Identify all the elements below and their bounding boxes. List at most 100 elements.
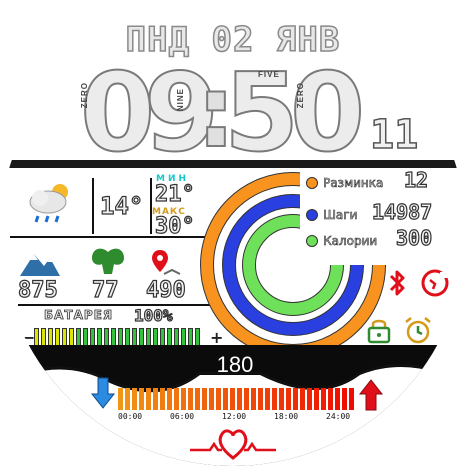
- ring-label-warmup: Разминка: [323, 176, 384, 191]
- hr-bar: [300, 388, 305, 410]
- hr-bar: [307, 388, 312, 410]
- hr-bar: [118, 388, 123, 410]
- battery-segments: [34, 328, 204, 346]
- seconds-label: 11: [369, 111, 419, 159]
- battery-segment: [34, 328, 39, 346]
- hour-tens-digit: 0: [79, 51, 156, 176]
- ring-dot-icon: [306, 208, 318, 221]
- hr-bar: [230, 388, 235, 410]
- divider: [150, 178, 152, 234]
- ring-value-steps: 14987: [371, 199, 433, 224]
- hr-bar: [258, 388, 263, 410]
- battery-segment: [62, 328, 67, 346]
- hr-bar: [286, 388, 291, 410]
- battery-label: БАТАРЕЯ: [44, 308, 114, 323]
- hr-bar: [265, 388, 270, 410]
- cloud-sun-rain-icon: [29, 184, 68, 223]
- hr-bar: [244, 388, 249, 410]
- hr-bar: [279, 388, 284, 410]
- hour-tens-word: ZERO: [80, 82, 89, 109]
- heart-rate-bar-strip: [118, 388, 358, 410]
- divider: [92, 178, 94, 234]
- hr-bar: [272, 388, 277, 410]
- battery-segment: [97, 328, 102, 346]
- minute-ones-digit: 0: [289, 51, 366, 176]
- hr-bar: [349, 388, 354, 410]
- hr-tick-2: 12:00: [222, 412, 247, 421]
- ring-dot-icon: [306, 176, 318, 189]
- heart-pulse-icon: [190, 429, 276, 460]
- altitude-value: 875: [17, 277, 58, 303]
- ring-label-calories: Калории: [323, 234, 378, 249]
- max-temp-value: 30°: [154, 213, 195, 239]
- ring-label-steps: Шаги: [323, 208, 358, 223]
- hr-bar: [167, 388, 172, 410]
- mountain-icon: [20, 254, 60, 276]
- battery-segment: [167, 328, 172, 346]
- hr-bar: [293, 388, 298, 410]
- hr-bar: [202, 388, 207, 410]
- battery-segment: [90, 328, 95, 346]
- ring-legend-calories: Калории: [306, 230, 456, 249]
- battery-segment: [48, 328, 53, 346]
- divider: [18, 304, 210, 306]
- battery-segment: [188, 328, 193, 346]
- ring-legend-warmup: Разминка: [306, 172, 456, 191]
- hr-bar: [328, 388, 333, 410]
- hr-bar: [174, 388, 179, 410]
- hr-bar: [209, 388, 214, 410]
- hr-bar: [139, 388, 144, 410]
- hr-bar: [153, 388, 158, 410]
- hr-tick-4: 24:00: [326, 412, 351, 421]
- hr-bar: [188, 388, 193, 410]
- minute-tens-word: FIVE: [258, 70, 280, 79]
- battery-segment: [104, 328, 109, 346]
- battery-segment: [41, 328, 46, 346]
- hr-bar: [125, 388, 130, 410]
- hr-bar: [335, 388, 340, 410]
- heart-rate-bars: [118, 388, 358, 410]
- heart-rate-axis: 00:00 06:00 12:00 18:00 24:00: [118, 412, 358, 424]
- hr-bar: [195, 388, 200, 410]
- hr-bar: [321, 388, 326, 410]
- bluetooth-icon[interactable]: [386, 268, 408, 298]
- hr-bar: [251, 388, 256, 410]
- battery-segment: [174, 328, 179, 346]
- hr-bar: [342, 388, 347, 410]
- hr-tick-1: 06:00: [170, 412, 195, 421]
- ring-value-calories: 300: [395, 225, 433, 250]
- battery-segment: [111, 328, 116, 346]
- hr-bar: [314, 388, 319, 410]
- hr-bar: [237, 388, 242, 410]
- battery-segment: [132, 328, 137, 346]
- battery-segment: [146, 328, 151, 346]
- battery-segment: [160, 328, 165, 346]
- ring-value-warmup: 12: [403, 167, 429, 192]
- watch-face: ПНД 02 ЯНВ 0 ZERO 9 NINE : 5 FIVE 0 ZERO…: [0, 0, 466, 466]
- divider-band: [0, 160, 466, 168]
- hr-bar: [160, 388, 165, 410]
- battery-segment: [55, 328, 60, 346]
- hr-bar: [223, 388, 228, 410]
- battery-segment: [139, 328, 144, 346]
- minute-ones-word: ZERO: [296, 82, 305, 109]
- hr-tick-3: 18:00: [274, 412, 299, 421]
- lock-icon[interactable]: [366, 316, 392, 344]
- hr-bar: [181, 388, 186, 410]
- hour-ones-word: NINE: [176, 88, 185, 112]
- muscle-icon: [92, 248, 124, 274]
- hr-tick-0: 00:00: [118, 412, 143, 421]
- arrow-down-icon: [90, 377, 116, 409]
- battery-segment: [76, 328, 81, 346]
- alarm-icon[interactable]: [402, 314, 434, 346]
- calories-burn-value: 77: [91, 277, 119, 303]
- battery-percent: 100%: [133, 305, 173, 325]
- battery-segment: [83, 328, 88, 346]
- current-temperature: 14°: [99, 191, 144, 220]
- min-temp-value: 21°: [154, 181, 195, 207]
- battery-bar: [34, 328, 204, 346]
- distance-value: 490: [145, 277, 186, 303]
- do-not-disturb-icon[interactable]: [420, 268, 450, 298]
- hr-bar: [132, 388, 137, 410]
- hr-bar: [146, 388, 151, 410]
